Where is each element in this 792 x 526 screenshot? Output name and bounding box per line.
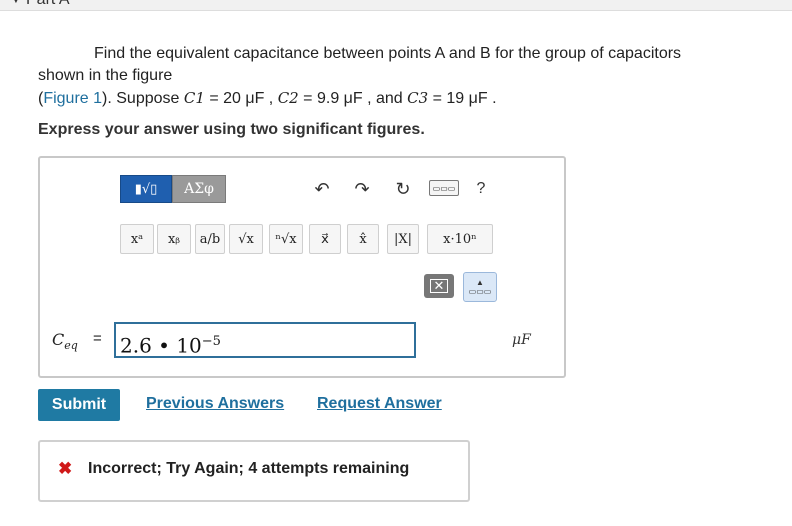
arrow-up-icon: ▲ <box>476 278 484 287</box>
request-answer-link[interactable]: Request Answer <box>317 395 442 413</box>
keyboard-icon: ▭▭▭ <box>468 287 492 296</box>
greek-symbols-tab[interactable]: ΑΣφ <box>172 175 226 203</box>
help-icon[interactable]: ? <box>471 175 491 203</box>
vector-template-button[interactable]: x⃗ <box>309 224 341 254</box>
c2-value: = 9.9 μF , and <box>298 90 408 107</box>
error-icon: ✖ <box>58 459 73 478</box>
templates-tab[interactable]: ▮√▯ <box>120 175 172 203</box>
keyboard-toggle-button[interactable]: ▲ ▭▭▭ <box>463 272 497 302</box>
part-title: Part A <box>26 0 70 9</box>
scientific-notation-template-button[interactable]: x·10ⁿ <box>427 224 493 254</box>
answer-exponent: −5 <box>201 334 221 349</box>
part-header[interactable]: ▼ Part A <box>0 0 792 11</box>
problem-text-line1: Find the equivalent capacitance between … <box>94 45 682 62</box>
c3-value: = 19 μF . <box>428 90 497 107</box>
backspace-icon: ✕ <box>429 279 449 293</box>
figure-link[interactable]: Figure 1 <box>43 90 102 107</box>
undo-icon[interactable]: ↶ <box>309 175 335 203</box>
previous-answers-link[interactable]: Previous Answers <box>146 395 284 413</box>
equals-sign: = <box>93 330 102 347</box>
answer-instruction: Express your answer using two significan… <box>38 121 425 138</box>
fraction-template-button[interactable]: a/b <box>195 224 225 254</box>
problem-statement: Find the equivalent capacitance between … <box>38 45 682 107</box>
subscript-template-button[interactable]: xᵦ <box>157 224 191 254</box>
unit-vector-template-button[interactable]: x̂ <box>347 224 379 254</box>
nth-root-template-button[interactable]: ⁿ√x <box>269 224 303 254</box>
answer-variable-label: Ceq <box>52 330 78 353</box>
c1-symbol: C1 <box>183 89 205 107</box>
answer-input[interactable]: 2.6 • 10−5 <box>114 322 416 358</box>
square-root-template-button[interactable]: √x <box>229 224 263 254</box>
delete-button[interactable]: ✕ <box>424 274 454 298</box>
superscript-template-button[interactable]: xᵃ <box>120 224 154 254</box>
answer-value: 2.6 • 10 <box>120 333 202 358</box>
absolute-value-template-button[interactable]: |X| <box>387 224 419 254</box>
feedback-message: Incorrect; Try Again; 4 attempts remaini… <box>88 460 410 477</box>
math-toolbar: ▮√▯ ΑΣφ ↶ ↷ ↻ ▭▭▭ ? <box>117 172 497 203</box>
feedback-box: ✖ Incorrect; Try Again; 4 attempts remai… <box>38 440 470 502</box>
reset-icon[interactable]: ↻ <box>390 175 416 203</box>
c1-value: = 20 μF , <box>204 90 278 107</box>
c3-symbol: C3 <box>407 89 429 107</box>
c2-symbol: C2 <box>277 89 299 107</box>
redo-icon[interactable]: ↷ <box>349 175 375 203</box>
problem-text-line2: shown in the figure <box>38 67 173 84</box>
collapse-arrow-icon[interactable]: ▼ <box>10 0 22 6</box>
submit-button[interactable]: Submit <box>38 389 120 421</box>
answer-unit: μF <box>512 332 531 348</box>
keyboard-shortcuts-icon[interactable]: ▭▭▭ <box>429 180 459 196</box>
